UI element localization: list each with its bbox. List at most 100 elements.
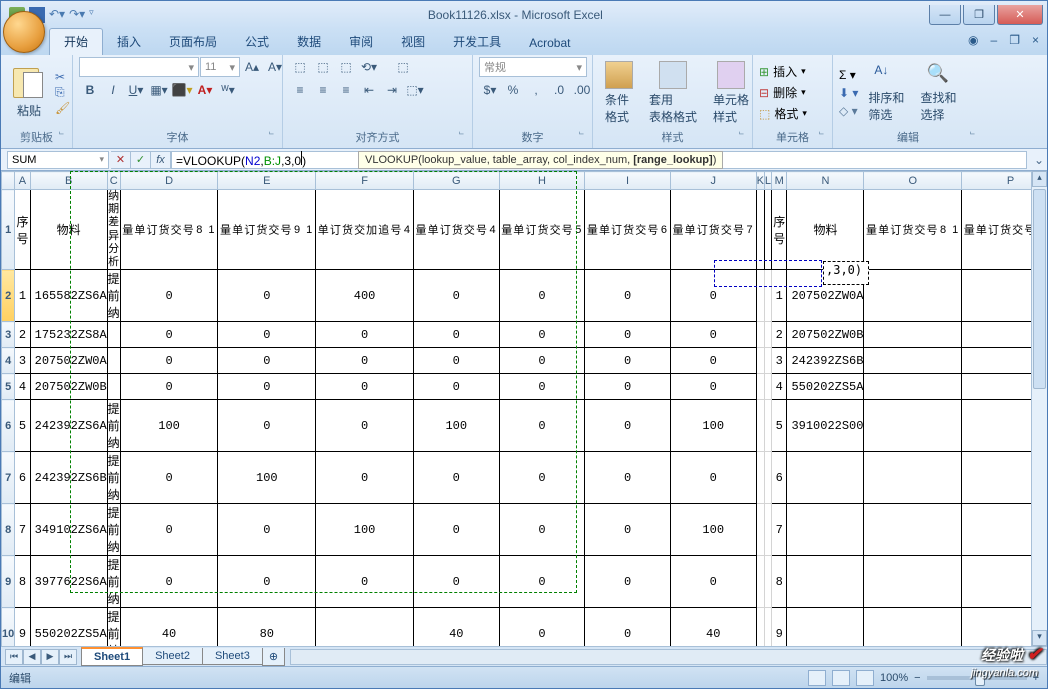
table-cell[interactable]: 100 [120,400,218,452]
table-cell[interactable] [864,374,962,400]
column-header[interactable]: D [120,172,218,190]
font-color-button[interactable]: A▾ [194,80,216,100]
merge-cells-icon[interactable]: ⬚▾ [404,80,426,100]
decrease-indent-icon[interactable]: ⇤ [358,80,380,100]
table-cell[interactable]: 6 [15,452,30,504]
cut-icon[interactable]: ✂ [55,70,70,84]
table-cell[interactable]: 1 [772,270,787,322]
column-header[interactable]: A [15,172,30,190]
table-cell[interactable]: 4 [772,374,787,400]
table-cell[interactable] [316,608,414,646]
table-cell[interactable] [864,608,962,646]
table-cell[interactable]: 207502ZW0B [30,374,107,400]
row-header[interactable]: 7 [2,452,15,504]
align-bottom-icon[interactable]: ⬚ [335,57,357,77]
tab-data[interactable]: 数据 [283,29,335,55]
table-cell[interactable]: 0 [218,322,316,348]
office-button[interactable] [3,11,45,53]
table-cell[interactable]: 0 [218,270,316,322]
table-cell[interactable]: 0 [585,504,671,556]
table-cell[interactable]: 0 [218,348,316,374]
table-cell[interactable]: 0 [120,348,218,374]
row-header[interactable]: 6 [2,400,15,452]
cancel-formula-button[interactable]: ✕ [111,151,131,169]
table-cell[interactable]: 0 [670,556,756,608]
zoom-out-button[interactable]: − [914,672,920,684]
column-header[interactable]: H [499,172,585,190]
table-cell[interactable]: 0 [499,504,585,556]
table-cell[interactable]: 0 [670,270,756,322]
table-cell[interactable]: 80 [218,608,316,646]
column-header[interactable]: L [764,172,771,190]
decrease-decimal-icon[interactable]: .00 [571,80,593,100]
page-layout-view-button[interactable] [832,670,850,686]
tab-insert[interactable]: 插入 [103,29,155,55]
table-cell[interactable]: 0 [499,452,585,504]
tab-review[interactable]: 审阅 [335,29,387,55]
table-cell[interactable]: 0 [120,270,218,322]
tab-home[interactable]: 开始 [49,28,103,55]
table-cell[interactable]: 9 [15,608,30,646]
table-cell[interactable]: 0 [670,322,756,348]
table-cell[interactable]: 5 [15,400,30,452]
table-cell[interactable]: 0 [499,608,585,646]
table-cell[interactable]: 0 [585,374,671,400]
copy-icon[interactable]: ⎘ [55,85,70,100]
spreadsheet-grid[interactable]: ABCDEFGHIJKLMNOPQR1序号物料纳期差异分析18号交货订单量19号… [1,171,1047,646]
select-all-corner[interactable] [2,172,15,190]
format-cells-button[interactable]: ⬚格式▾ [759,105,807,122]
table-cell[interactable]: 0 [120,452,218,504]
table-cell[interactable]: 242392ZS6B [30,452,107,504]
table-cell[interactable]: 175232ZS8A [30,322,107,348]
increase-decimal-icon[interactable]: .0 [548,80,570,100]
table-cell[interactable]: 6 [772,452,787,504]
wrap-text-icon[interactable]: ⬚ [392,57,414,77]
table-cell[interactable]: 0 [218,504,316,556]
underline-button[interactable]: U▾ [125,80,147,100]
horizontal-scrollbar[interactable] [290,649,1047,665]
format-as-table-button[interactable]: 套用 表格格式 [643,59,703,127]
table-cell[interactable]: 400 [316,270,414,322]
table-cell[interactable]: 0 [585,270,671,322]
maximize-button[interactable]: ❐ [963,5,995,25]
sheet-tab-1[interactable]: Sheet1 [81,647,143,666]
tab-page-layout[interactable]: 页面布局 [155,29,231,55]
clear-button[interactable]: ◇ ▾ [839,104,858,118]
table-cell[interactable]: 提前纳 [107,452,120,504]
table-cell[interactable]: 提前纳 [107,400,120,452]
row-header[interactable]: 9 [2,556,15,608]
tab-nav-next[interactable]: ▶ [41,649,59,665]
table-cell[interactable]: 0 [585,556,671,608]
table-cell[interactable]: 242392ZS6B [787,348,864,374]
tab-nav-prev[interactable]: ◀ [23,649,41,665]
normal-view-button[interactable] [808,670,826,686]
table-cell[interactable]: 0 [499,556,585,608]
editing-cell[interactable]: ,3,0) [823,261,869,285]
row-header[interactable]: 1 [2,190,15,270]
redo-icon[interactable]: ↷▾ [69,7,85,23]
accept-formula-button[interactable]: ✓ [131,151,151,169]
undo-icon[interactable]: ↶▾ [49,7,65,23]
fill-color-button[interactable]: ⬛▾ [171,80,193,100]
table-cell[interactable]: 242392ZS6A [30,400,107,452]
font-size-combo[interactable]: 11▾ [200,57,240,77]
table-cell[interactable]: 0 [316,452,414,504]
table-cell[interactable]: 3 [15,348,30,374]
number-format-combo[interactable]: 常规▾ [479,57,587,77]
autosum-button[interactable]: Σ ▾ [839,68,858,82]
column-header[interactable]: B [30,172,107,190]
table-cell[interactable] [864,270,962,322]
tab-nav-first[interactable]: ⏮ [5,649,23,665]
formula-input[interactable]: =VLOOKUP(N2,B:J,3,0) VLOOKUP(lookup_valu… [171,151,1027,169]
paste-button[interactable]: 粘贴 [7,64,51,121]
table-cell[interactable] [864,452,962,504]
find-select-button[interactable]: 🔍查找和 选择 [914,61,962,125]
table-cell[interactable]: 550202ZS5A [30,608,107,646]
table-cell[interactable] [864,348,962,374]
comma-icon[interactable]: , [525,80,547,100]
increase-font-icon[interactable]: A▴ [241,57,263,77]
table-cell[interactable]: 0 [316,348,414,374]
table-cell[interactable]: 提前纳 [107,270,120,322]
conditional-format-button[interactable]: 条件格式 [599,59,639,127]
table-cell[interactable]: 40 [670,608,756,646]
